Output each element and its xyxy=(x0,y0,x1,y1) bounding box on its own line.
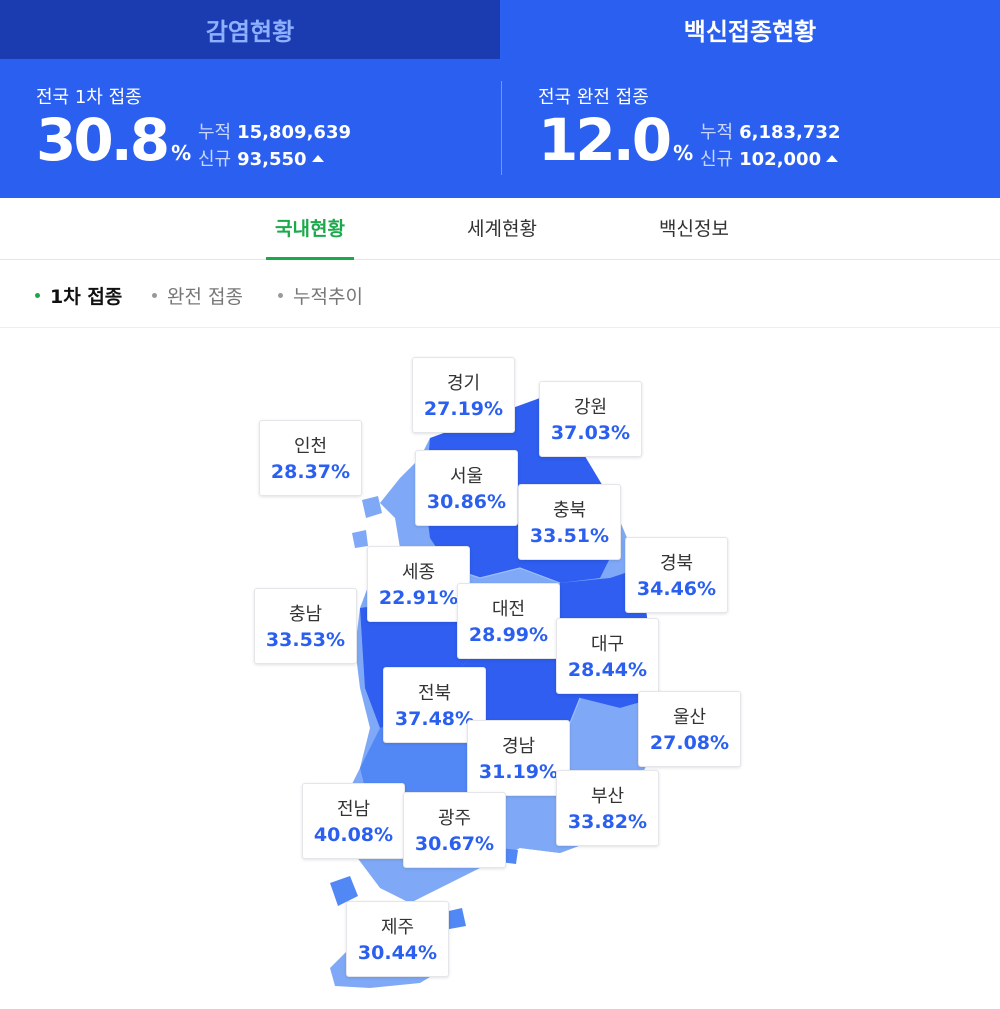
region-rate: 40.08% xyxy=(313,824,394,846)
region-rate: 30.44% xyxy=(357,942,438,964)
region-rate: 28.99% xyxy=(468,624,549,646)
region-rate: 28.44% xyxy=(567,659,648,681)
first-dose-cumulative: 15,809,639 xyxy=(237,122,351,143)
region-rate: 22.91% xyxy=(378,587,459,609)
region-card-gwangju[interactable]: 광주 30.67% xyxy=(403,792,506,868)
full-dose-percent-unit: % xyxy=(673,141,694,165)
region-rate: 33.82% xyxy=(567,811,648,833)
triangle-up-icon xyxy=(311,155,324,162)
region-card-gyeonggi[interactable]: 경기 27.19% xyxy=(412,357,515,433)
new-label: 신규 xyxy=(700,149,734,170)
filter-full-dose-label: 완전 접종 xyxy=(167,286,243,308)
bullet-dot-icon xyxy=(278,293,283,298)
bullet-dot-icon xyxy=(152,293,157,298)
full-dose-detail: 누적 6,183,732 신규 102,000 xyxy=(700,119,840,173)
region-card-daegu[interactable]: 대구 28.44% xyxy=(556,618,659,694)
region-name: 서울 xyxy=(449,466,484,487)
tab-vaccination-status[interactable]: 백신접종현황 xyxy=(500,0,1000,59)
top-tabs: 감염현황 백신접종현황 xyxy=(0,0,1000,59)
first-dose-percent-value: 30.8 xyxy=(36,106,170,174)
first-dose-percent-unit: % xyxy=(171,141,192,165)
region-card-gyeongnam[interactable]: 경남 31.19% xyxy=(467,720,570,796)
region-rate: 28.37% xyxy=(270,461,351,483)
summary-divider xyxy=(501,81,502,175)
region-name: 인천 xyxy=(293,436,328,457)
region-card-jeju[interactable]: 제주 30.44% xyxy=(346,901,449,977)
cumulative-label: 누적 xyxy=(198,122,232,143)
region-card-busan[interactable]: 부산 33.82% xyxy=(556,770,659,846)
region-rate: 30.86% xyxy=(426,491,507,513)
region-name: 경기 xyxy=(446,373,481,394)
summary-panel: 전국 1차 접종 30.8% 누적 15,809,639 신규 93,550 전국 … xyxy=(0,59,1000,198)
region-name: 경북 xyxy=(659,553,694,574)
filter-first-dose[interactable]: 1차 접종 xyxy=(35,282,122,309)
region-rate: 37.03% xyxy=(550,422,631,444)
region-card-sejong[interactable]: 세종 22.91% xyxy=(367,546,470,622)
region-rate: 27.19% xyxy=(423,398,504,420)
region-name: 울산 xyxy=(672,707,707,728)
tab-infection-status[interactable]: 감염현황 xyxy=(0,0,500,59)
full-dose-percent-value: 12.0 xyxy=(538,106,672,174)
region-rate: 34.46% xyxy=(636,578,717,600)
sub-tabs: 국내현황 세계현황 백신정보 xyxy=(0,198,1000,260)
full-dose-new: 102,000 xyxy=(739,149,822,170)
region-rate: 31.19% xyxy=(478,761,559,783)
region-card-gangwon[interactable]: 강원 37.03% xyxy=(539,381,642,457)
region-name: 부산 xyxy=(590,786,625,807)
region-name: 충남 xyxy=(288,604,323,625)
region-name: 전남 xyxy=(336,799,371,820)
filter-cumulative-trend-label: 누적추이 xyxy=(293,286,363,308)
region-rate: 27.08% xyxy=(649,732,730,754)
region-card-gyeongbuk[interactable]: 경북 34.46% xyxy=(625,537,728,613)
korea-vaccination-map: 경기 27.19% 강원 37.03% 인천 28.37% 서울 30.86% … xyxy=(0,328,1000,1009)
region-card-seoul[interactable]: 서울 30.86% xyxy=(415,450,518,526)
region-card-jeonnam[interactable]: 전남 40.08% xyxy=(302,783,405,859)
full-dose-stat: 전국 완전 접종 12.0% 누적 6,183,732 신규 102,000 xyxy=(538,83,840,170)
region-card-chungnam[interactable]: 충남 33.53% xyxy=(254,588,357,664)
full-dose-cumulative: 6,183,732 xyxy=(739,122,841,143)
full-dose-percent: 12.0% xyxy=(538,111,693,169)
map-islands-incheon xyxy=(352,496,382,548)
region-name: 세종 xyxy=(401,562,436,583)
region-name: 제주 xyxy=(380,917,415,938)
filter-first-dose-label: 1차 접종 xyxy=(50,286,123,308)
region-name: 강원 xyxy=(573,397,608,418)
filter-full-dose[interactable]: 완전 접종 xyxy=(152,282,243,309)
region-name: 대구 xyxy=(590,634,625,655)
region-card-daejeon[interactable]: 대전 28.99% xyxy=(457,583,560,659)
region-rate: 33.53% xyxy=(265,629,346,651)
tab-vaccine-info[interactable]: 백신정보 xyxy=(650,198,738,260)
region-name: 광주 xyxy=(437,808,472,829)
triangle-up-icon xyxy=(826,155,839,162)
region-rate: 30.67% xyxy=(414,833,495,855)
region-name: 전북 xyxy=(417,683,452,704)
region-card-incheon[interactable]: 인천 28.37% xyxy=(259,420,362,496)
filter-cumulative-trend[interactable]: 누적추이 xyxy=(278,282,363,309)
first-dose-percent: 30.8% xyxy=(36,111,191,169)
region-name: 경남 xyxy=(501,736,536,757)
cumulative-label: 누적 xyxy=(700,122,734,143)
region-name: 충북 xyxy=(552,500,587,521)
bullet-dot-icon xyxy=(35,293,40,298)
first-dose-detail: 누적 15,809,639 신규 93,550 xyxy=(198,119,351,173)
region-card-chungbuk[interactable]: 충북 33.51% xyxy=(518,484,621,560)
region-rate: 33.51% xyxy=(529,525,610,547)
tab-world[interactable]: 세계현황 xyxy=(458,198,546,260)
region-name: 대전 xyxy=(491,599,526,620)
region-card-ulsan[interactable]: 울산 27.08% xyxy=(638,691,741,767)
tab-domestic[interactable]: 국내현황 xyxy=(266,198,354,260)
dose-filters: 1차 접종 완전 접종 누적추이 xyxy=(0,260,1000,328)
first-dose-stat: 전국 1차 접종 30.8% 누적 15,809,639 신규 93,550 xyxy=(36,83,351,170)
new-label: 신규 xyxy=(198,149,232,170)
first-dose-new: 93,550 xyxy=(237,149,307,170)
